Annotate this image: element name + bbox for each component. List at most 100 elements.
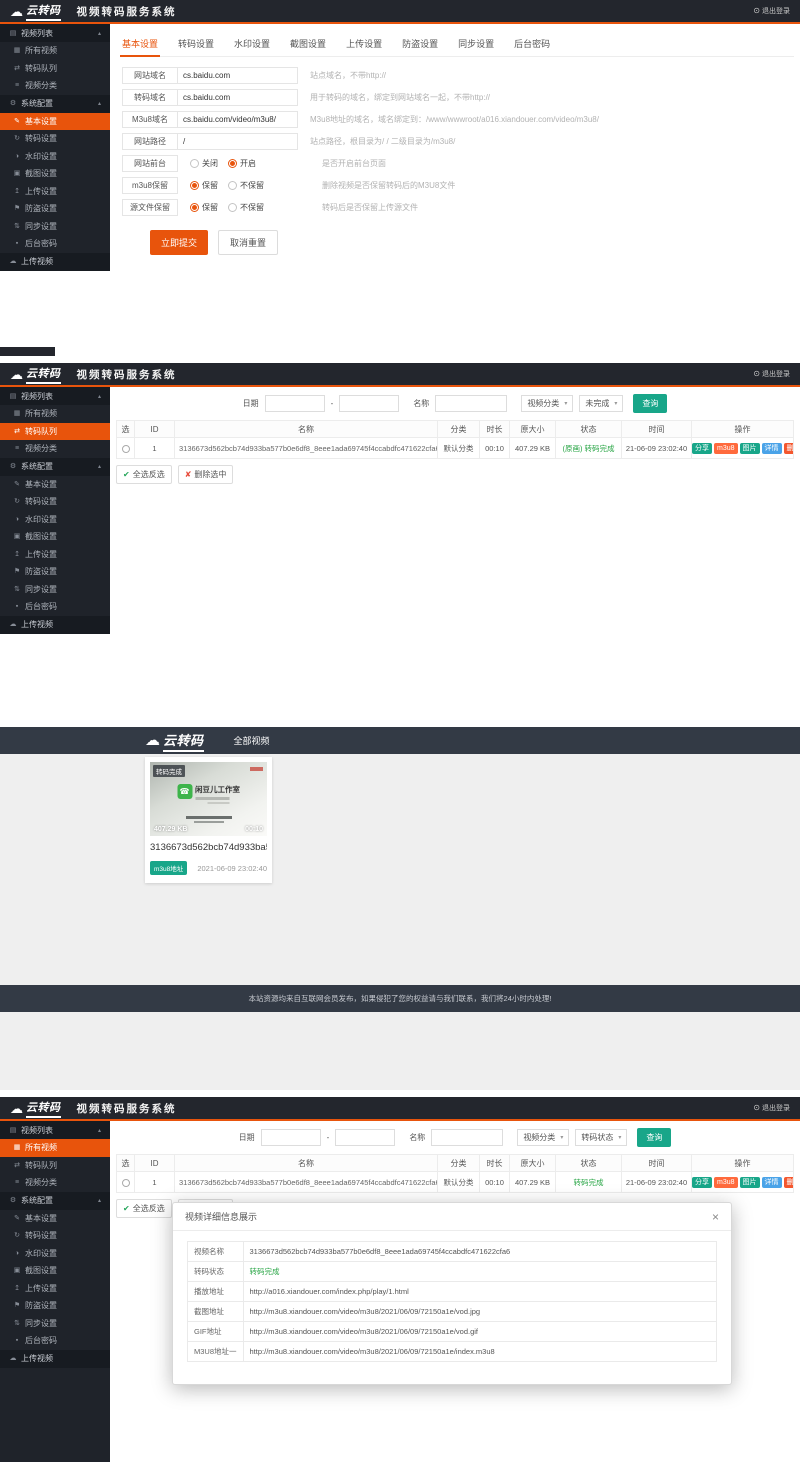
sidebar-item-all-videos[interactable]: ▦所有视频 (0, 42, 110, 60)
reset-button[interactable]: 取消重置 (218, 230, 278, 255)
action-image-button[interactable]: 图片 (740, 1177, 760, 1188)
sidebar-item-watermark-settings[interactable]: ◑水印设置 (0, 148, 110, 166)
sidebar-group-video-list[interactable]: ▤视频列表▴ (0, 387, 110, 405)
m3u8-keep-radio-option[interactable] (228, 181, 237, 190)
date-to-input[interactable] (339, 395, 399, 412)
action-m3u8-button[interactable]: m3u8 (714, 1177, 738, 1188)
site-domain-input[interactable] (178, 67, 298, 84)
sidebar-item-basic-settings[interactable]: ✎基本设置 (0, 1210, 110, 1228)
sidebar-item-watermark-settings[interactable]: ◑水印设置 (0, 511, 110, 529)
sidebar-group-upload-video[interactable]: ☁上传视频 (0, 253, 110, 271)
sidebar-item-basic-settings[interactable]: ✎基本设置 (0, 476, 110, 494)
sidebar-item-security-settings[interactable]: ⚑防盗设置 (0, 200, 110, 218)
sidebar-item-sync-settings[interactable]: ⇅同步设置 (0, 1315, 110, 1333)
name-input[interactable] (431, 1129, 503, 1146)
logout-button[interactable]: ⊙ 退出登录 (753, 369, 790, 379)
sidebar-group-system-config[interactable]: ⚙系统配置▴ (0, 95, 110, 113)
action-delete-button[interactable]: 删除 (784, 443, 794, 454)
m3u8-keep-radio-option[interactable] (190, 181, 199, 190)
sidebar-item-transcode-settings[interactable]: ↻转码设置 (0, 493, 110, 511)
logout-button[interactable]: ⊙ 退出登录 (753, 6, 790, 16)
category-select[interactable]: 视频分类▾ (517, 1129, 569, 1146)
logout-label: 退出登录 (762, 1103, 790, 1113)
logout-button[interactable]: ⊙ 退出登录 (753, 1103, 790, 1113)
sidebar-item-video-category[interactable]: ≡视频分类 (0, 1174, 110, 1192)
sidebar-item-screenshot-settings[interactable]: ▣截图设置 (0, 1262, 110, 1280)
tab-sync[interactable]: 同步设置 (456, 34, 496, 56)
select-all-button[interactable]: ✔ 全选反选 (116, 1199, 172, 1218)
tab-transcode[interactable]: 转码设置 (176, 34, 216, 56)
radio-option-label: 保留 (202, 180, 218, 191)
sidebar-group-video-list[interactable]: ▤视频列表▴ (0, 1121, 110, 1139)
sidebar-item-upload-settings[interactable]: ↥上传设置 (0, 546, 110, 564)
sidebar-group-system-config[interactable]: ⚙系统配置▴ (0, 458, 110, 476)
tab-password[interactable]: 后台密码 (512, 34, 552, 56)
sidebar-item-admin-password[interactable]: ▪后台密码 (0, 598, 110, 616)
submit-button[interactable]: 立即提交 (150, 230, 208, 255)
m3u8-domain-input[interactable] (178, 111, 298, 128)
sidebar-item-all-videos[interactable]: ▦所有视频 (0, 1139, 110, 1157)
delete-selected-button[interactable]: ✘ 删除选中 (178, 465, 234, 484)
action-m3u8-button[interactable]: m3u8 (714, 443, 738, 454)
tab-upload[interactable]: 上传设置 (344, 34, 384, 56)
m3u8-address-button[interactable]: m3u8地址 (150, 861, 187, 875)
tab-watermark[interactable]: 水印设置 (232, 34, 272, 56)
sidebar-item-watermark-settings[interactable]: ◑水印设置 (0, 1245, 110, 1263)
status-select[interactable]: 转码状态▾ (575, 1129, 627, 1146)
action-delete-button[interactable]: 删除 (784, 1177, 794, 1188)
date-from-input[interactable] (265, 395, 325, 412)
sidebar-item-video-category[interactable]: ≡视频分类 (0, 77, 110, 95)
sidebar-item-upload-settings[interactable]: ↥上传设置 (0, 1280, 110, 1298)
site-front-radio-option[interactable] (228, 159, 237, 168)
sidebar-item-all-videos[interactable]: ▦所有视频 (0, 405, 110, 423)
sidebar-item-transcode-queue[interactable]: ⇄转码队列 (0, 1157, 110, 1175)
sidebar-item-sync-settings[interactable]: ⇅同步设置 (0, 581, 110, 599)
source-keep-radio-option[interactable] (228, 203, 237, 212)
sidebar-item-video-category[interactable]: ≡视频分类 (0, 440, 110, 458)
sidebar-item-security-settings[interactable]: ⚑防盗设置 (0, 563, 110, 581)
modal-field-value: 转码完成 (243, 1262, 716, 1282)
search-button[interactable]: 查询 (633, 394, 667, 413)
sidebar-item-security-settings[interactable]: ⚑防盗设置 (0, 1297, 110, 1315)
sidebar-group-upload-video[interactable]: ☁上传视频 (0, 616, 110, 634)
source-keep-radio-option[interactable] (190, 203, 199, 212)
row-checkbox[interactable] (122, 1179, 130, 1187)
date-to-input[interactable] (335, 1129, 395, 1146)
sidebar-item-transcode-queue[interactable]: ⇄转码队列 (0, 423, 110, 441)
site-path-input[interactable] (178, 133, 298, 150)
sidebar-item-transcode-settings[interactable]: ↻转码设置 (0, 130, 110, 148)
tab-screenshot[interactable]: 截图设置 (288, 34, 328, 56)
action-detail-button[interactable]: 详情 (762, 1177, 782, 1188)
status-select[interactable]: 未完成▾ (579, 395, 623, 412)
sidebar-item-upload-settings[interactable]: ↥上传设置 (0, 183, 110, 201)
sidebar-item-admin-password[interactable]: ▪后台密码 (0, 1332, 110, 1350)
row-checkbox[interactable] (122, 445, 130, 453)
video-card[interactable]: 转码完成 ☎ 闲豆儿工作室 407.29 KB 00:10 3136 (145, 757, 272, 883)
sidebar-item-basic-settings[interactable]: ✎基本设置 (0, 113, 110, 131)
tab-basic[interactable]: 基本设置 (120, 34, 160, 57)
sidebar-group-system-config[interactable]: ⚙系统配置▴ (0, 1192, 110, 1210)
upload-video-icon: ☁ (9, 258, 17, 265)
close-icon[interactable]: × (712, 1211, 719, 1223)
sidebar-item-sync-settings[interactable]: ⇅同步设置 (0, 218, 110, 236)
action-detail-button[interactable]: 详情 (762, 443, 782, 454)
sidebar-group-video-list[interactable]: ▤视频列表▴ (0, 24, 110, 42)
nav-all-videos[interactable]: 全部视频 (234, 734, 270, 747)
transcode-domain-input[interactable] (178, 89, 298, 106)
sidebar-item-screenshot-settings[interactable]: ▣截图设置 (0, 165, 110, 183)
select-all-button[interactable]: ✔ 全选反选 (116, 465, 172, 484)
tab-security[interactable]: 防盗设置 (400, 34, 440, 56)
sidebar-group-upload-video[interactable]: ☁上传视频 (0, 1350, 110, 1368)
site-front-radio-option[interactable] (190, 159, 199, 168)
action-share-button[interactable]: 分享 (692, 443, 712, 454)
category-select[interactable]: 视频分类▾ (521, 395, 573, 412)
date-from-input[interactable] (261, 1129, 321, 1146)
sidebar-item-transcode-settings[interactable]: ↻转码设置 (0, 1227, 110, 1245)
name-input[interactable] (435, 395, 507, 412)
search-button[interactable]: 查询 (637, 1128, 671, 1147)
sidebar-item-admin-password[interactable]: ▪后台密码 (0, 235, 110, 253)
action-image-button[interactable]: 图片 (740, 443, 760, 454)
sidebar-item-transcode-queue[interactable]: ⇄转码队列 (0, 60, 110, 78)
action-share-button[interactable]: 分享 (692, 1177, 712, 1188)
sidebar-item-screenshot-settings[interactable]: ▣截图设置 (0, 528, 110, 546)
